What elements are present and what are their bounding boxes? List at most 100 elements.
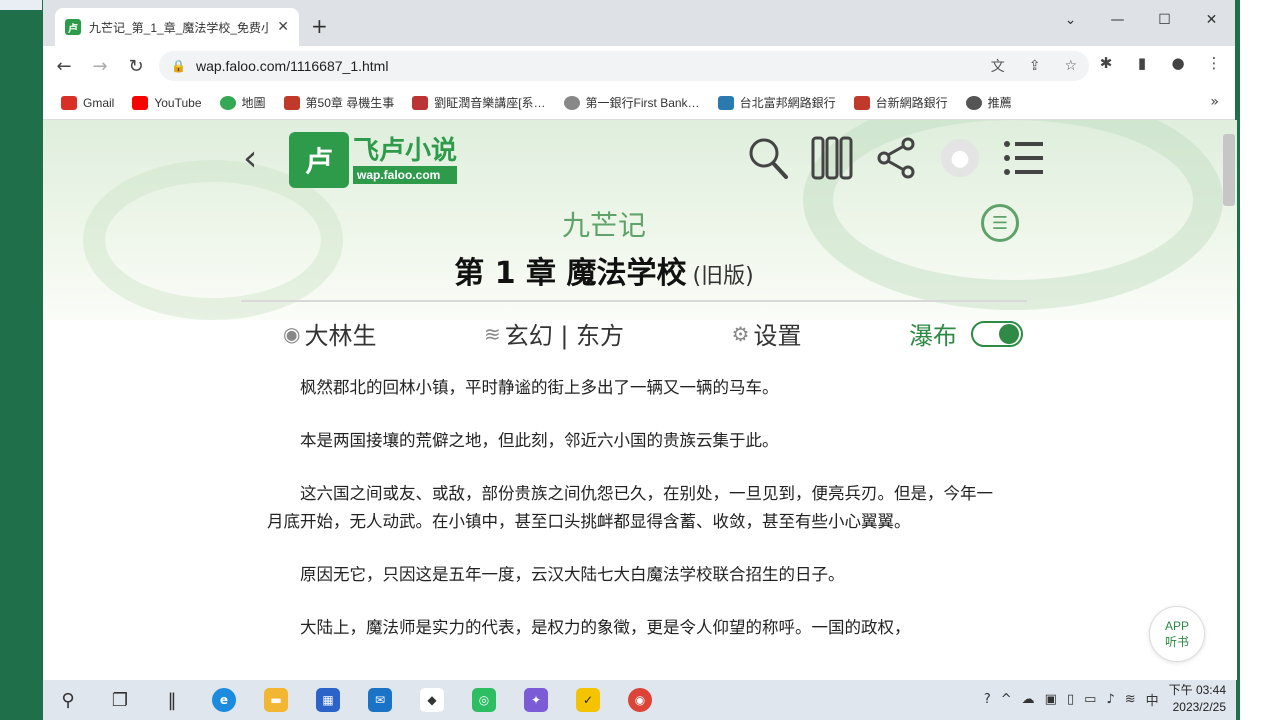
logo-domain: wap.faloo.com: [353, 166, 458, 184]
bookmark-first-bank[interactable]: 第一銀行First Bank…: [563, 94, 700, 111]
translate-icon[interactable]: 文: [991, 56, 1005, 76]
copilot-icon[interactable]: ✦: [517, 684, 555, 716]
help-icon[interactable]: ?: [984, 692, 991, 707]
maximize-button[interactable]: ☐: [1141, 0, 1188, 40]
bookmark-youtube[interactable]: YouTube: [132, 95, 202, 110]
line-app-icon[interactable]: ◎: [465, 684, 503, 716]
clock[interactable]: 下午 03:44 2023/2/25: [1169, 682, 1226, 716]
bank-icon: [563, 95, 580, 110]
chapter-content: 枫然郡北的回林小镇，平时静谧的街上多出了一辆又一辆的马车。 本是两国接壤的荒僻之…: [267, 374, 1007, 667]
taishin-icon: [853, 95, 870, 110]
desktop-background-right: [1236, 0, 1280, 720]
web-page: ‹ 卢 飞卢小说 wap.faloo.com ● 九芒记 ☰ 第 1 章 魔法学…: [43, 120, 1237, 680]
cloud-icon[interactable]: ☁: [1022, 692, 1035, 707]
url-text[interactable]: wap.faloo.com/1116687_1.html: [196, 58, 967, 74]
menu-kebab-icon[interactable]: ⋮: [1203, 54, 1225, 72]
phone-icon[interactable]: ▯: [1067, 692, 1074, 707]
bookmarks-overflow-icon[interactable]: »: [1210, 94, 1219, 110]
tab-favicon-icon: 卢: [65, 19, 81, 35]
edge-icon[interactable]: e: [205, 684, 243, 716]
app-listen-button[interactable]: APP 听书: [1149, 606, 1205, 662]
system-tray: ? ^ ☁ ▣ ▯ ▭ ♪ ≋ 中 下午 03:44 2023/2/25: [984, 682, 1226, 716]
close-window-button[interactable]: ✕: [1188, 0, 1235, 40]
tab-search-icon[interactable]: ⌄: [1047, 0, 1094, 40]
chapter-heading: 第 1 章 魔法学校 (旧版): [43, 248, 1165, 292]
chrome-icon[interactable]: ◉: [621, 684, 659, 716]
gear-icon: ⚙: [731, 321, 750, 346]
extensions-icon[interactable]: ✱: [1095, 54, 1117, 72]
mail-icon[interactable]: ✉: [361, 684, 399, 716]
profile-icon[interactable]: ●: [1167, 54, 1189, 72]
reload-icon[interactable]: ↻: [125, 56, 147, 77]
lock-icon[interactable]: 🔒: [171, 59, 186, 73]
bookmarks-bar: Gmail YouTube 地圖 第50章 尋機生事 劉眐潤音樂講座[系… 第一…: [43, 86, 1235, 120]
lecture-icon: [412, 95, 429, 110]
back-arrow-icon[interactable]: ←: [53, 56, 75, 77]
share-icon[interactable]: ⇪: [1029, 58, 1041, 74]
chapter-meta-bar: ◉ 大林生 ≋ 玄幻 | 东方 ⚙ 设置 瀑布: [283, 316, 1023, 351]
search-icon[interactable]: ⚲: [49, 684, 87, 716]
chevron-up-icon[interactable]: ^: [1001, 692, 1012, 707]
browser-window: 卢 九芒记_第_1_章_魔法学校_免费小 ✕ + ⌄ — ☐ ✕ ← → ↻ 🔒…: [42, 0, 1237, 680]
browser-tab[interactable]: 卢 九芒记_第_1_章_魔法学校_免费小 ✕: [55, 8, 299, 46]
menu-list-icon[interactable]: [1003, 134, 1045, 182]
bookmark-music-lecture[interactable]: 劉眐潤音樂講座[系…: [412, 94, 546, 111]
user-avatar-icon[interactable]: ●: [939, 134, 981, 182]
file-explorer-icon[interactable]: ▬: [257, 684, 295, 716]
settings-button[interactable]: ⚙ 设置: [732, 316, 802, 351]
catalog-icon[interactable]: ☰: [981, 204, 1019, 242]
tab-title: 九芒记_第_1_章_魔法学校_免费小: [89, 20, 270, 35]
new-tab-button[interactable]: +: [311, 14, 328, 38]
bookshelf-icon[interactable]: [811, 134, 853, 182]
browser-toolbar: ← → ↻ 🔒 wap.faloo.com/1116687_1.html 文 ⇪…: [43, 46, 1235, 86]
windows-taskbar: ⚲ ❐ ‖ e ▬ ▦ ✉ ◆ ◎ ✦ ✓ ◉ ? ^ ☁ ▣ ▯ ▭ ♪ ≋ …: [42, 680, 1236, 720]
header-icons: ●: [747, 134, 1045, 182]
wifi-icon[interactable]: ≋: [1125, 692, 1136, 707]
book-icon: [283, 95, 300, 110]
globe-icon: [965, 95, 982, 110]
bookmark-star-icon[interactable]: ☆: [1064, 58, 1077, 74]
bookmark-maps[interactable]: 地圖: [219, 94, 266, 111]
paragraph: 枫然郡北的回林小镇，平时静谧的街上多出了一辆又一辆的马车。: [300, 378, 779, 397]
search-icon[interactable]: [747, 134, 789, 182]
paragraph: 原因无它，只因这是五年一度，云汉大陆七大白魔法学校联合招生的日子。: [300, 565, 845, 584]
address-bar[interactable]: 🔒 wap.faloo.com/1116687_1.html 文 ⇪ ☆: [159, 51, 1089, 81]
site-logo[interactable]: 卢 飞卢小说 wap.faloo.com: [289, 132, 471, 188]
forward-arrow-icon[interactable]: →: [89, 56, 111, 77]
author-link[interactable]: ◉ 大林生: [283, 316, 376, 351]
tab-close-icon[interactable]: ✕: [277, 19, 289, 35]
dropbox-icon[interactable]: ◆: [413, 684, 451, 716]
ime-indicator[interactable]: 中: [1146, 690, 1159, 709]
paragraph: 本是两国接壤的荒僻之地，但此刻，邻近六小国的贵族云集于此。: [300, 431, 779, 450]
volume-icon[interactable]: ♪: [1106, 692, 1114, 707]
toolbar-icons: ✱ ▮ ● ⋮: [1095, 54, 1225, 72]
fubon-icon: [717, 95, 734, 110]
author-icon: ◉: [283, 321, 301, 346]
gmail-icon: [61, 95, 77, 110]
norton-icon[interactable]: ✓: [569, 684, 607, 716]
store-icon[interactable]: ▦: [309, 684, 347, 716]
waterfall-toggle-group: 瀑布: [909, 316, 1023, 351]
waterfall-toggle[interactable]: [971, 320, 1023, 347]
battery-icon[interactable]: ▭: [1084, 692, 1096, 707]
bookmark-chapter50[interactable]: 第50章 尋機生事: [283, 94, 394, 111]
bookmark-gmail[interactable]: Gmail: [61, 95, 114, 110]
logo-mark: 卢: [289, 132, 349, 188]
chapter-version: (旧版): [692, 264, 754, 289]
logo-text: 飞卢小说: [353, 136, 458, 166]
layers-icon: ≋: [483, 321, 501, 346]
back-chevron-icon[interactable]: ‹: [243, 138, 257, 179]
header-divider: [241, 300, 1027, 302]
minimize-button[interactable]: —: [1094, 0, 1141, 40]
bookmark-taishin[interactable]: 台新網路銀行: [853, 94, 948, 111]
device-icon[interactable]: ▣: [1045, 692, 1057, 707]
share-icon[interactable]: [875, 134, 917, 182]
bookmark-recommend[interactable]: 推薦: [965, 94, 1012, 111]
bookmark-fubon[interactable]: 台北富邦網路銀行: [717, 94, 836, 111]
paragraph: 大陆上，魔法师是实力的代表，是权力的象徵，更是令人仰望的称呼。一国的政权，: [300, 618, 911, 637]
genre-link[interactable]: ≋ 玄幻 | 东方: [484, 316, 624, 351]
paragraph: 这六国之间或友、或敌，部份贵族之间仇怨已久，在别处，一旦见到，便亮兵刃。但是，今…: [267, 484, 993, 531]
scrollbar-thumb[interactable]: [1223, 134, 1235, 206]
side-panel-icon[interactable]: ▮: [1131, 54, 1153, 72]
task-view-icon[interactable]: ❐: [101, 684, 139, 716]
